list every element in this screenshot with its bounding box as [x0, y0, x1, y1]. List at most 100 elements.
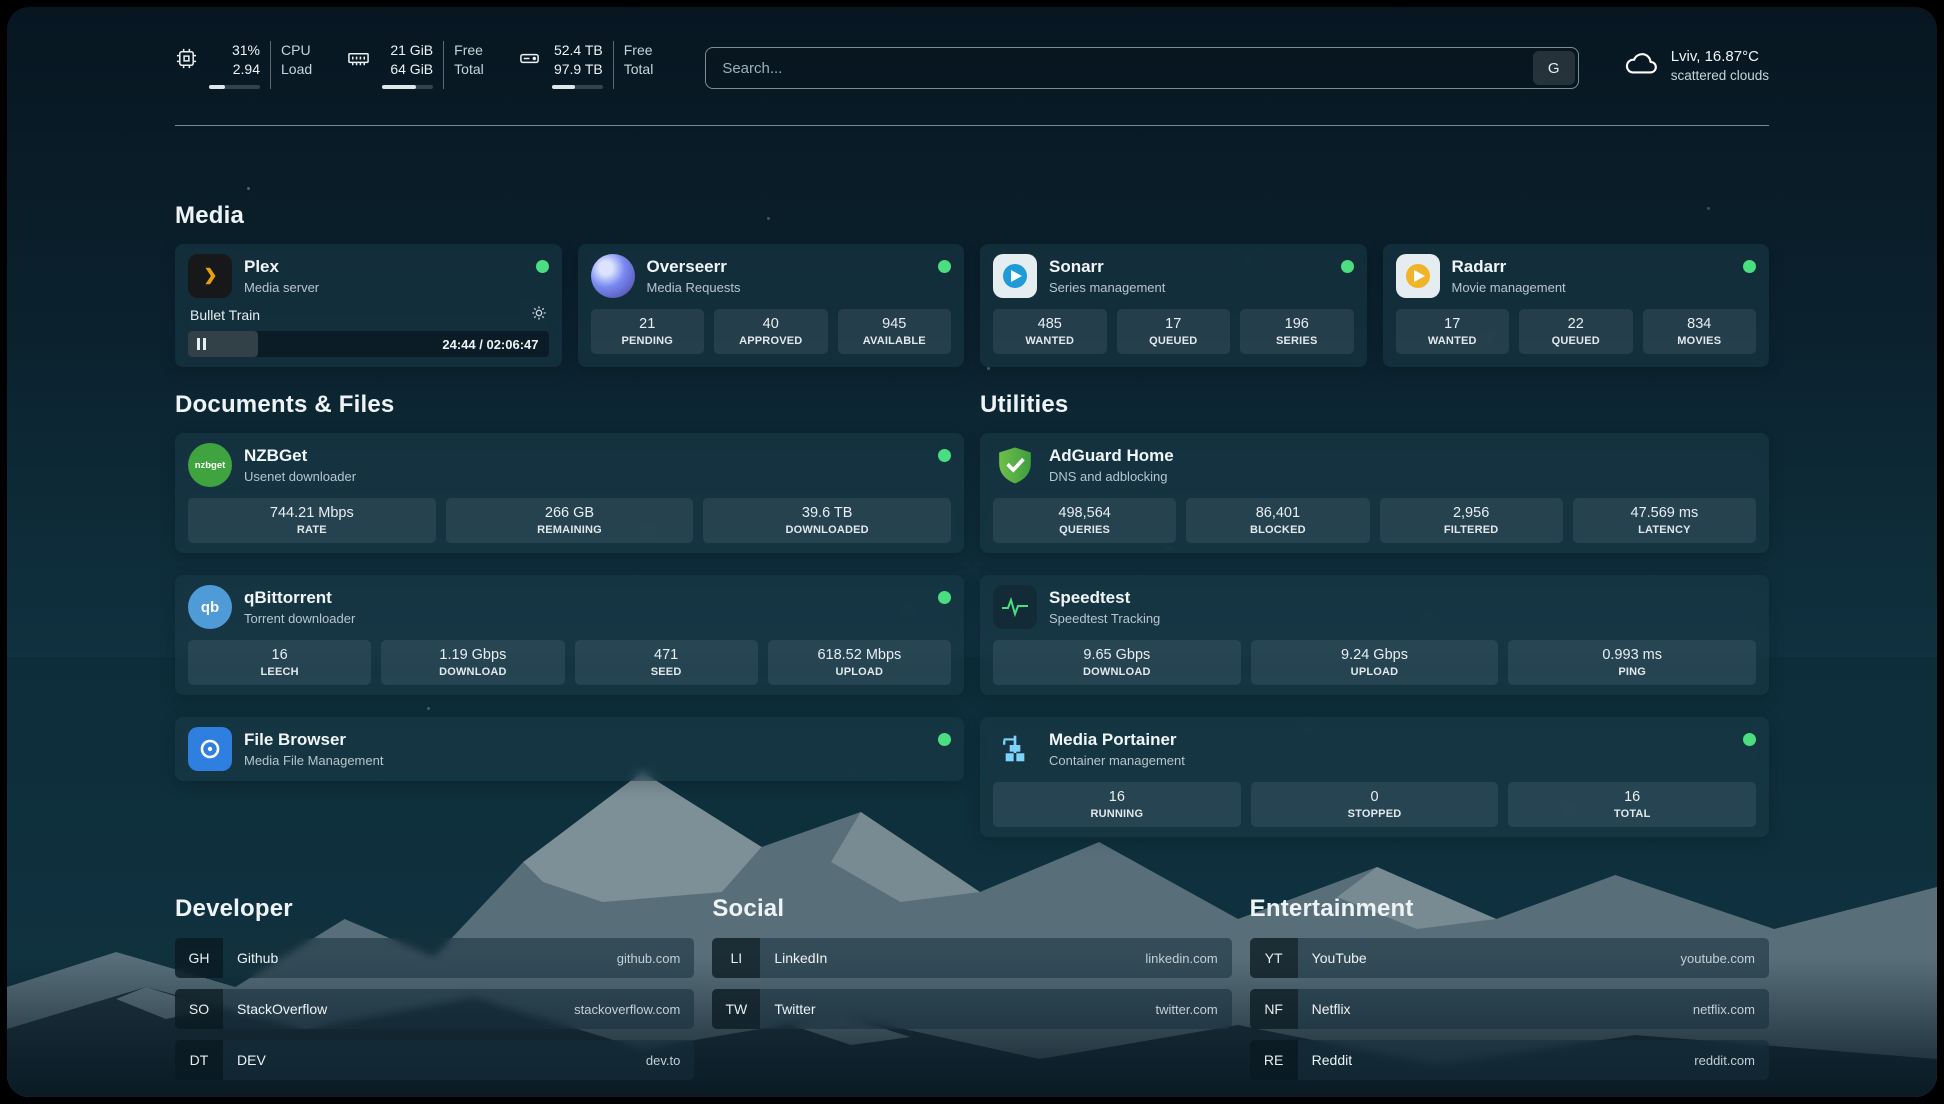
playback-progress-bar[interactable]: 24:44 / 02:06:47 — [188, 331, 549, 357]
service-name: Speedtest — [1049, 588, 1160, 608]
radarr-card[interactable]: Radarr Movie management 17 WANTED 22 QUE… — [1383, 244, 1770, 367]
service-subtitle: Media Requests — [647, 280, 741, 295]
cpu-load-label: Load — [281, 60, 312, 79]
service-name: Sonarr — [1049, 257, 1165, 277]
dashboard-window: 31% 2.94 CPU Load — [7, 7, 1937, 1097]
sonarr-card[interactable]: Sonarr Series management 485 WANTED 17 Q… — [980, 244, 1367, 367]
bookmark-linkedin[interactable]: LI LinkedIn linkedin.com — [712, 938, 1231, 978]
status-dot — [536, 260, 549, 273]
plex-icon — [188, 254, 232, 298]
service-name: NZBGet — [244, 446, 356, 466]
search-input[interactable] — [709, 60, 1532, 77]
stat-upload: 9.24 Gbps UPLOAD — [1251, 640, 1499, 685]
plex-card[interactable]: Plex Media server Bullet Train — [175, 244, 562, 367]
disk-total-label: Total — [624, 60, 654, 79]
status-dot — [1743, 733, 1756, 746]
stat-wanted: 17 WANTED — [1396, 309, 1510, 354]
stat-upload: 618.52 Mbps UPLOAD — [768, 640, 951, 685]
search-bar[interactable]: G — [705, 47, 1578, 89]
stat-pending: 21 PENDING — [591, 309, 705, 354]
status-dot — [1743, 260, 1756, 273]
nzbget-card[interactable]: nzbget NZBGet Usenet downloader — [175, 433, 964, 553]
stat-queued: 17 QUEUED — [1117, 309, 1231, 354]
service-name: AdGuard Home — [1049, 446, 1174, 466]
status-dot — [1341, 260, 1354, 273]
gear-icon[interactable] — [531, 305, 547, 324]
adguard-shield-icon — [993, 443, 1037, 487]
status-dot — [938, 260, 951, 273]
bookmark-reddit[interactable]: RE Reddit reddit.com — [1250, 1040, 1769, 1080]
service-subtitle: Media File Management — [244, 753, 383, 768]
service-name: Media Portainer — [1049, 730, 1185, 750]
portainer-crane-icon — [993, 727, 1037, 771]
now-playing-title: Bullet Train — [190, 307, 260, 323]
bookmark-stackoverflow[interactable]: SO StackOverflow stackoverflow.com — [175, 989, 694, 1029]
disk-icon — [518, 47, 541, 89]
qbittorrent-icon: qb — [188, 585, 232, 629]
bookmark-twitter[interactable]: TW Twitter twitter.com — [712, 989, 1231, 1029]
stat-running: 16 RUNNING — [993, 782, 1241, 827]
bookmark-abbr: GH — [175, 938, 223, 978]
snow-specks — [7, 7, 10, 10]
qbittorrent-card[interactable]: qb qBittorrent Torrent downloader — [175, 575, 964, 695]
radarr-icon — [1396, 254, 1440, 298]
bookmark-youtube[interactable]: YT YouTube youtube.com — [1250, 938, 1769, 978]
overseerr-card[interactable]: Overseerr Media Requests 21 PENDING 40 A… — [578, 244, 965, 367]
playback-time: 24:44 / 02:06:47 — [442, 337, 538, 352]
weather-widget: Lviv, 16.87°C scattered clouds — [1623, 47, 1769, 85]
disk-free: 52.4 TB — [554, 41, 603, 60]
weather-condition: scattered clouds — [1671, 67, 1769, 85]
stat-stopped: 0 STOPPED — [1251, 782, 1499, 827]
bookmark-abbr: TW — [712, 989, 760, 1029]
cloud-icon — [1623, 51, 1659, 82]
disk-total: 97.9 TB — [554, 60, 603, 79]
adguard-card[interactable]: AdGuard Home DNS and adblocking 498,564 … — [980, 433, 1769, 553]
developer-section-title: Developer — [175, 895, 694, 923]
cpu-percent: 31% — [232, 41, 260, 60]
service-subtitle: Movie management — [1452, 280, 1566, 295]
stat-queued: 22 QUEUED — [1519, 309, 1633, 354]
bookmark-github[interactable]: GH Github github.com — [175, 938, 694, 978]
top-bar: 31% 2.94 CPU Load — [175, 41, 1769, 89]
bookmark-netflix[interactable]: NF Netflix netflix.com — [1250, 989, 1769, 1029]
service-name: Plex — [244, 257, 319, 277]
social-section-title: Social — [712, 895, 1231, 923]
memory-total: 64 GiB — [390, 60, 433, 79]
stat-filtered: 2,956 FILTERED — [1380, 498, 1563, 543]
filebrowser-card[interactable]: File Browser Media File Management — [175, 717, 964, 781]
status-dot — [938, 733, 951, 746]
service-subtitle: Usenet downloader — [244, 469, 356, 484]
pause-button[interactable] — [197, 338, 206, 350]
speedtest-card[interactable]: Speedtest Speedtest Tracking 9.65 Gbps D… — [980, 575, 1769, 695]
stat-queries: 498,564 QUERIES — [993, 498, 1176, 543]
status-dot — [938, 449, 951, 462]
topbar-divider — [175, 125, 1769, 126]
status-dot — [938, 591, 951, 604]
portainer-card[interactable]: Media Portainer Container management 16 … — [980, 717, 1769, 837]
cpu-load: 2.94 — [233, 60, 260, 79]
entertainment-section-title: Entertainment — [1250, 895, 1769, 923]
service-name: Overseerr — [647, 257, 741, 277]
disk-progress-bar — [552, 85, 603, 89]
bookmark-dev[interactable]: DT DEV dev.to — [175, 1040, 694, 1080]
overseerr-icon — [591, 254, 635, 298]
memory-icon — [346, 47, 371, 89]
stat-download: 9.65 Gbps DOWNLOAD — [993, 640, 1241, 685]
speedtest-icon — [993, 585, 1037, 629]
stat-downloaded: 39.6 TB DOWNLOADED — [703, 498, 951, 543]
service-subtitle: Speedtest Tracking — [1049, 611, 1160, 626]
entertainment-column: Entertainment YT YouTube youtube.com NF … — [1250, 895, 1769, 1080]
memory-free-label: Free — [454, 41, 484, 60]
resource-monitors: 31% 2.94 CPU Load — [175, 41, 653, 89]
bookmark-abbr: RE — [1250, 1040, 1298, 1080]
cpu-widget: 31% 2.94 CPU Load — [175, 41, 312, 89]
stat-blocked: 86,401 BLOCKED — [1186, 498, 1369, 543]
stat-approved: 40 APPROVED — [714, 309, 828, 354]
cpu-label: CPU — [281, 41, 312, 60]
disk-widget: 52.4 TB 97.9 TB Free Total — [518, 41, 654, 89]
memory-free: 21 GiB — [390, 41, 433, 60]
search-provider-button[interactable]: G — [1533, 51, 1575, 85]
bookmark-abbr: NF — [1250, 989, 1298, 1029]
cpu-progress-bar — [209, 85, 260, 89]
stat-seed: 471 SEED — [575, 640, 758, 685]
